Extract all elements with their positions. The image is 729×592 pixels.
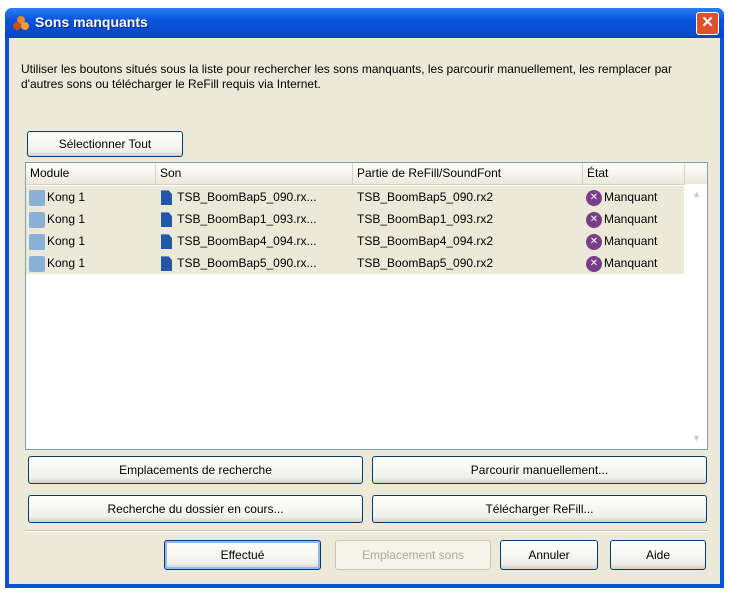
dialog-window: Sons manquants ✕ Utiliser les boutons si…: [5, 8, 724, 588]
module-cell: Kong 1: [29, 186, 154, 208]
son-label: TSB_BoomBap4_094.rx...: [177, 234, 317, 248]
table-row[interactable]: Kong 1 TSB_BoomBap5_090.rx... TSB_BoomBa…: [26, 252, 684, 274]
close-button[interactable]: ✕: [696, 12, 719, 35]
scroll-up-arrow-icon[interactable]: ▲: [689, 187, 704, 202]
partie-cell: TSB_BoomBap1_093.rx2: [357, 212, 494, 226]
status-label: Manquant: [604, 190, 658, 204]
column-header-etat[interactable]: État: [583, 163, 685, 184]
kong-module-icon: [29, 189, 45, 206]
kong-module-icon: [29, 255, 45, 272]
file-icon: [161, 212, 172, 228]
cancel-button[interactable]: Annuler: [500, 540, 598, 570]
file-icon: [161, 234, 172, 250]
partie-cell: TSB_BoomBap5_090.rx2: [357, 190, 494, 204]
file-icon: [161, 256, 172, 272]
partie-cell: TSB_BoomBap5_090.rx2: [357, 256, 494, 270]
list-header: Module Son Partie de ReFill/SoundFont Ét…: [26, 163, 707, 185]
missing-x-icon: ✕: [586, 189, 602, 206]
etat-cell: ✕ Manquant: [586, 186, 684, 208]
son-cell: TSB_BoomBap5_090.rx...: [161, 186, 353, 208]
status-label: Manquant: [604, 212, 658, 226]
scroll-down-arrow-icon[interactable]: ▼: [689, 431, 704, 446]
son-label: TSB_BoomBap5_090.rx...: [177, 256, 317, 270]
son-cell: TSB_BoomBap5_090.rx...: [161, 252, 353, 274]
son-cell: TSB_BoomBap1_093.rx...: [161, 208, 353, 230]
kong-module-icon: [29, 233, 45, 250]
kong-module-icon: [29, 211, 45, 228]
module-cell: Kong 1: [29, 252, 154, 274]
description-text: Utiliser les boutons situés sous la list…: [21, 62, 672, 91]
status-label: Manquant: [604, 256, 658, 270]
column-header-partie[interactable]: Partie de ReFill/SoundFont: [353, 163, 583, 184]
module-label: Kong 1: [47, 190, 86, 204]
missing-x-icon: ✕: [586, 211, 602, 228]
etat-cell: ✕ Manquant: [586, 252, 684, 274]
module-label: Kong 1: [47, 212, 86, 226]
scrollbar[interactable]: ▲ ▼: [685, 184, 707, 449]
partie-cell: TSB_BoomBap4_094.rx2: [357, 234, 494, 248]
browse-manually-button[interactable]: Parcourir manuellement...: [372, 456, 707, 484]
son-label: TSB_BoomBap1_093.rx...: [177, 212, 317, 226]
sound-location-button: Emplacement sons: [335, 540, 491, 570]
app-icon: [13, 16, 29, 30]
title-bar[interactable]: Sons manquants ✕: [5, 8, 724, 38]
search-current-folder-button[interactable]: Recherche du dossier en cours...: [28, 495, 363, 523]
son-cell: TSB_BoomBap4_094.rx...: [161, 230, 353, 252]
etat-cell: ✕ Manquant: [586, 208, 684, 230]
column-header-module[interactable]: Module: [26, 163, 156, 184]
module-cell: Kong 1: [29, 230, 154, 252]
missing-sounds-list[interactable]: Module Son Partie de ReFill/SoundFont Ét…: [25, 162, 708, 450]
module-label: Kong 1: [47, 234, 86, 248]
done-button[interactable]: Effectué: [164, 540, 321, 570]
module-cell: Kong 1: [29, 208, 154, 230]
separator: [25, 530, 708, 532]
status-label: Manquant: [604, 234, 658, 248]
dialog-body: Utiliser les boutons situés sous la list…: [9, 38, 720, 584]
etat-cell: ✕ Manquant: [586, 230, 684, 252]
son-label: TSB_BoomBap5_090.rx...: [177, 190, 317, 204]
missing-x-icon: ✕: [586, 233, 602, 250]
table-row[interactable]: Kong 1 TSB_BoomBap1_093.rx... TSB_BoomBa…: [26, 208, 684, 230]
table-row[interactable]: Kong 1 TSB_BoomBap4_094.rx... TSB_BoomBa…: [26, 230, 684, 252]
table-row[interactable]: Kong 1 TSB_BoomBap5_090.rx... TSB_BoomBa…: [26, 186, 684, 208]
missing-x-icon: ✕: [586, 255, 602, 272]
search-locations-button[interactable]: Emplacements de recherche: [28, 456, 363, 484]
download-refill-button[interactable]: Télécharger ReFill...: [372, 495, 707, 523]
select-all-button[interactable]: Sélectionner Tout: [27, 131, 183, 157]
help-button[interactable]: Aide: [610, 540, 706, 570]
column-header-son[interactable]: Son: [156, 163, 353, 184]
window-title: Sons manquants: [35, 14, 148, 30]
module-label: Kong 1: [47, 256, 86, 270]
file-icon: [161, 190, 172, 206]
